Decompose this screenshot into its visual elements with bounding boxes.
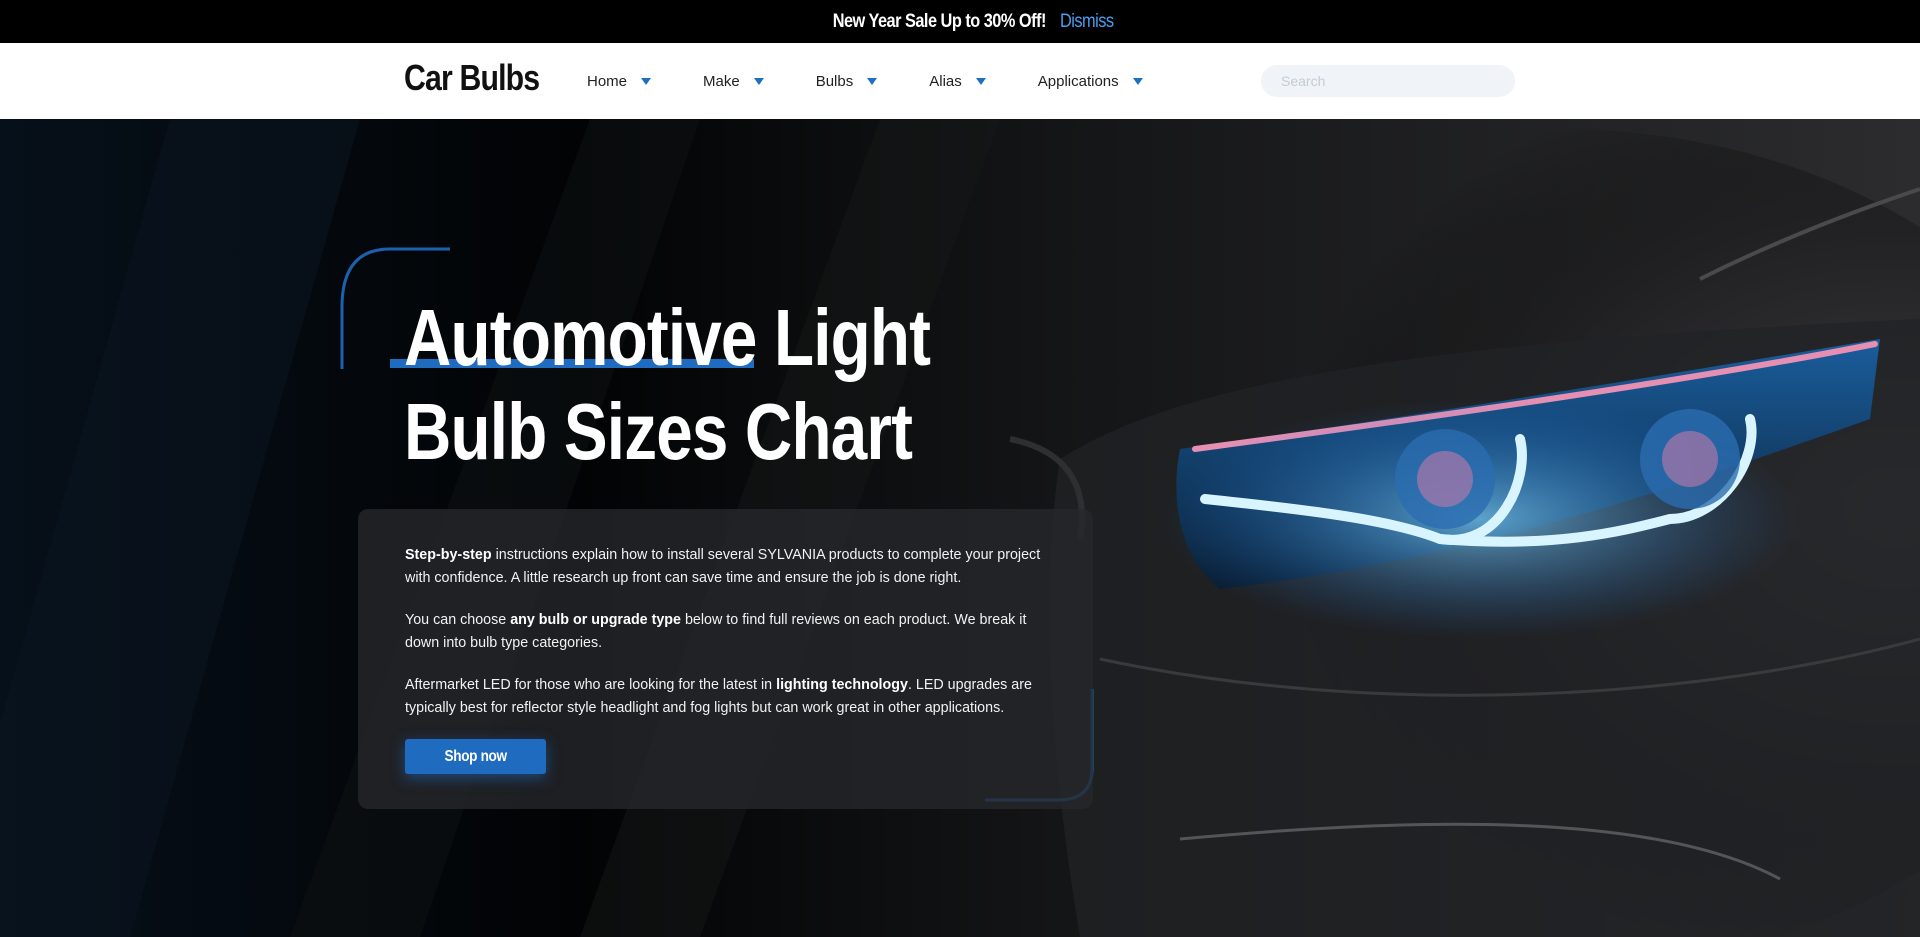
promo-bar: New Year Sale Up to 30% Off! Dismiss [0,0,1920,43]
site-logo[interactable]: Car Bulbs [404,57,540,99]
caret-down-icon [867,77,878,85]
shop-now-label: Shop now [444,747,507,765]
page-title: Automotive Light Bulb Sizes Chart [404,291,931,479]
intro-paragraph-1: Step-by-step instructions explain how to… [405,544,1055,590]
intro-paragraph-3: Aftermarket LED for those who are lookin… [405,674,1055,720]
nav-item-label: Home [587,72,628,90]
nav-item-bulbs[interactable]: Bulbs [816,73,878,90]
main-nav: Home Make Bulbs Alias Applications [587,43,1143,119]
paragraph-bold: lighting technology [776,677,908,693]
nav-item-label: Alias [929,72,962,90]
nav-item-alias[interactable]: Alias [929,73,986,90]
title-line-2: Bulb Sizes Chart [404,387,913,476]
paragraph-bold-lead: Step-by-step [405,547,492,563]
shop-now-button[interactable]: Shop now [405,739,546,774]
nav-item-applications[interactable]: Applications [1038,73,1143,90]
nav-item-label: Bulbs [815,72,854,90]
nav-item-home[interactable]: Home [587,72,652,90]
nav-item-make[interactable]: Make [703,73,764,90]
dismiss-button[interactable]: Dismiss [1060,11,1114,33]
paragraph-text: Aftermarket LED for those who are lookin… [405,677,777,693]
search-input[interactable] [1261,65,1515,97]
caret-down-icon [1132,77,1143,85]
title-highlight-word: Automotive [404,293,757,382]
title-word: Light [774,293,931,382]
nav-item-label: Make [703,72,740,90]
title-line-1: Automotive Light [404,291,931,385]
caret-down-icon [975,77,986,85]
paragraph-text: instructions explain how to install seve… [405,547,1041,586]
nav-item-label: Applications [1037,72,1119,90]
site-header: Car Bulbs Home Make Bulbs Alias Applicat… [0,43,1920,119]
promo-text: New Year Sale Up to 30% Off! [832,10,1047,32]
paragraph-text: You can choose [405,612,511,628]
caret-down-icon [641,77,652,85]
intro-paragraph-2: You can choose any bulb or upgrade type … [405,609,1055,655]
paragraph-bold: any bulb or upgrade type [510,612,681,628]
caret-down-icon [753,77,764,85]
